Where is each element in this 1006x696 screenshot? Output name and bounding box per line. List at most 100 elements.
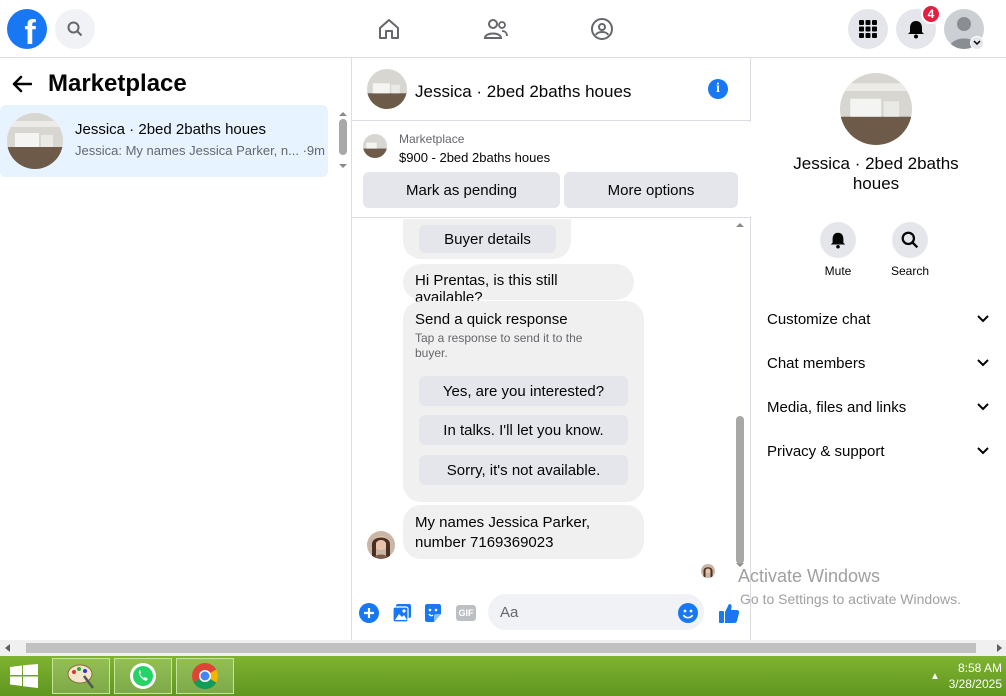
customize-chat-row[interactable]: Customize chat (767, 307, 989, 331)
taskbar-app-paint[interactable] (52, 658, 110, 694)
chat-title[interactable]: Jessica · 2bed 2baths houes (415, 82, 631, 102)
row-label: Customize chat (767, 310, 871, 328)
horizontal-scrollbar-thumb[interactable] (26, 643, 976, 653)
taskbar-app-chrome[interactable] (176, 658, 234, 694)
emoji-icon (678, 603, 698, 623)
conversation-item[interactable]: Jessica · 2bed 2baths houes Jessica: My … (0, 105, 328, 177)
chevron-down-icon (977, 359, 989, 367)
gif-icon: GIF (456, 605, 476, 621)
seen-indicator-avatar (701, 564, 715, 578)
mute-label: Mute (824, 264, 852, 278)
windows-taskbar: ▲ 8:58 AM 3/28/2025 (0, 656, 1006, 696)
emoji-button[interactable] (678, 603, 698, 623)
conversation-list-panel: Marketplace Jessica · 2bed 2baths houes … (0, 58, 352, 640)
friends-icon (483, 19, 508, 39)
message-bubble: Hi Prentas, is this still available? (403, 264, 634, 306)
page-title: Marketplace (48, 70, 187, 97)
chat-panel: Jessica · 2bed 2baths houes i Marketplac… (352, 58, 751, 640)
chevron-down-icon (977, 403, 989, 411)
search-button[interactable] (55, 9, 95, 49)
activate-windows-subtext: Go to Settings to activate Windows. (740, 591, 961, 607)
message-input[interactable] (488, 594, 704, 630)
quick-response-unavailable[interactable]: Sorry, it's not available. (419, 455, 628, 485)
row-label: Media, files and links (767, 398, 907, 416)
message-list: Buyer details Hi Prentas, is this still … (352, 219, 751, 583)
buyer-details-button[interactable]: Buyer details (419, 225, 556, 253)
like-button[interactable] (717, 603, 741, 623)
sticker-button[interactable] (423, 603, 443, 623)
listing-thumbnail-small[interactable] (363, 134, 387, 158)
conversation-snippet: Jessica: My names Jessica Parker, n... ·… (75, 143, 325, 158)
photo-button[interactable] (392, 603, 412, 623)
listing-thumbnail (7, 113, 63, 169)
grid-menu-icon (859, 20, 877, 38)
system-clock[interactable]: 8:58 AM 3/28/2025 (949, 660, 1002, 692)
listing-bar: Marketplace $900 - 2bed 2baths houes Mar… (352, 122, 751, 218)
photo-icon (392, 604, 411, 623)
message-bubble: My names Jessica Parker, number 71693690… (403, 505, 644, 559)
left-header: Marketplace (12, 70, 187, 98)
search-in-chat-button[interactable] (892, 222, 928, 258)
groups-nav-button[interactable] (587, 14, 617, 44)
search-icon (67, 21, 83, 37)
message-composer: GIF (352, 593, 751, 633)
listing-title[interactable]: $900 - 2bed 2baths houes (399, 150, 550, 165)
listing-category: Marketplace (399, 132, 465, 146)
row-label: Privacy & support (767, 442, 885, 460)
row-label: Chat members (767, 354, 866, 372)
home-nav-button[interactable] (374, 14, 404, 44)
friends-nav-button[interactable] (481, 14, 511, 44)
plus-circle-icon (359, 603, 379, 623)
media-files-links-row[interactable]: Media, files and links (767, 395, 989, 419)
whatsapp-icon (130, 663, 156, 689)
chrome-icon (192, 663, 219, 690)
sticker-icon (425, 604, 441, 622)
gif-button[interactable]: GIF (455, 603, 477, 623)
chat-scrollbar-thumb[interactable] (736, 416, 744, 564)
info-icon[interactable]: i (708, 79, 728, 99)
notifications-button[interactable]: 4 (896, 4, 941, 49)
taskbar-app-whatsapp[interactable] (114, 658, 172, 694)
left-scrollbar[interactable] (338, 110, 348, 170)
mute-action[interactable]: Mute (808, 222, 868, 278)
plus-button[interactable] (359, 603, 379, 623)
privacy-support-row[interactable]: Privacy & support (767, 439, 989, 463)
mute-button[interactable] (820, 222, 856, 258)
tray-expand-icon[interactable]: ▲ (930, 671, 940, 682)
quick-response-subtitle: Tap a response to send it to the buyer. (415, 331, 583, 360)
chevron-down-icon (973, 40, 981, 46)
message-text: My names Jessica Parker, (415, 514, 591, 531)
account-chevron[interactable] (970, 36, 984, 50)
menu-button[interactable] (848, 9, 888, 49)
scroll-right-arrow-icon[interactable] (996, 643, 1004, 653)
notification-badge: 4 (921, 4, 941, 24)
groups-icon (591, 18, 613, 40)
thumbs-up-icon (719, 604, 740, 623)
chevron-down-icon (977, 315, 989, 323)
quick-response-title: Send a quick response (415, 311, 568, 328)
bell-icon (908, 21, 924, 39)
more-options-button[interactable]: More options (564, 172, 738, 208)
chat-details-panel: Jessica · 2bed 2baths houes Mute Search … (752, 58, 1006, 640)
scroll-left-arrow-icon[interactable] (3, 643, 11, 653)
chat-members-row[interactable]: Chat members (767, 351, 989, 375)
search-icon (901, 231, 919, 249)
search-label: Search (890, 264, 930, 278)
details-thumbnail[interactable] (840, 73, 912, 145)
message-text: number 7169369023 (415, 534, 554, 551)
top-bar: f 4 (0, 0, 1006, 58)
quick-response-talks[interactable]: In talks. I'll let you know. (419, 415, 628, 445)
activate-windows-watermark: Activate Windows (738, 566, 881, 586)
back-arrow-icon[interactable] (12, 75, 32, 93)
windows-start-icon[interactable] (10, 664, 38, 688)
paint-app-icon (67, 664, 94, 689)
chat-thumbnail[interactable] (367, 69, 407, 109)
mark-as-pending-button[interactable]: Mark as pending (363, 172, 560, 208)
chat-header: Jessica · 2bed 2baths houes i (352, 58, 751, 121)
search-action[interactable]: Search (880, 222, 940, 278)
conversation-name: Jessica · 2bed 2baths houes (75, 121, 266, 138)
quick-response-yes[interactable]: Yes, are you interested? (419, 376, 628, 406)
facebook-logo-icon[interactable]: f (7, 9, 47, 49)
sender-avatar[interactable] (367, 531, 395, 559)
clock-time: 8:58 AM (957, 661, 1002, 675)
